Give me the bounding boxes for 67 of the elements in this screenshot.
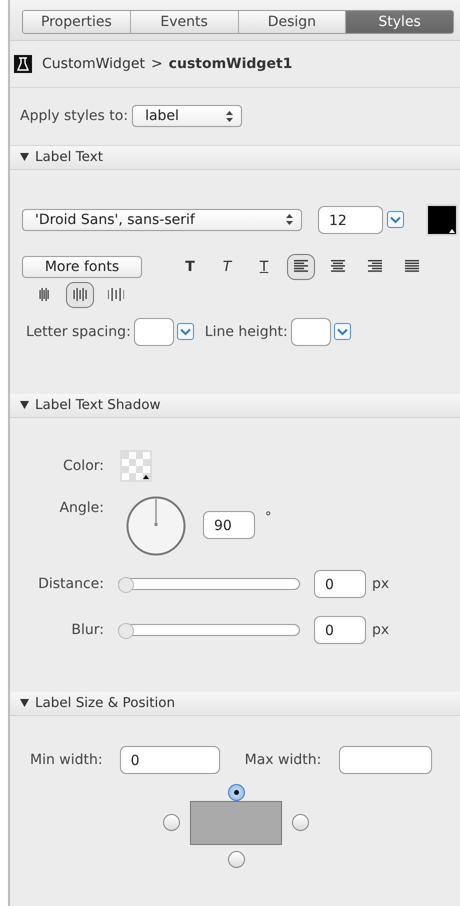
align-center-icon	[331, 260, 345, 274]
section-title: Label Size & Position	[35, 695, 176, 712]
chevron-down-icon	[336, 328, 348, 336]
apply-styles-label: Apply styles to:	[20, 108, 128, 124]
max-width-field[interactable]	[339, 746, 432, 774]
slider-value-field[interactable]: 0	[314, 616, 366, 644]
line-height-stepper[interactable]	[334, 323, 351, 340]
breadcrumb-separator: >	[150, 56, 163, 72]
more-fonts-button[interactable]: More fonts	[22, 256, 142, 278]
section-title: Label Text	[35, 149, 104, 166]
line-height-label: Line height:	[204, 324, 288, 340]
align-justify-icon	[405, 260, 419, 274]
slider-label: Distance:	[37, 576, 104, 592]
chevron-down-icon	[180, 328, 191, 336]
max-width-label: Max width:	[244, 752, 322, 768]
font-size-stepper[interactable]	[387, 211, 404, 228]
letter-spacing-icon	[108, 288, 124, 302]
italic-button[interactable]: T	[213, 254, 241, 280]
letter-spacing-icon	[72, 288, 88, 302]
min-width-field[interactable]: 0	[120, 746, 220, 774]
tab[interactable]: Events	[130, 11, 238, 33]
tab[interactable]: Styles	[345, 11, 453, 33]
slider-value-field[interactable]: 0	[314, 570, 366, 598]
align-left-button[interactable]	[287, 254, 315, 280]
updown-arrows-icon	[226, 110, 234, 122]
align-right-icon	[368, 260, 382, 274]
font-size-field[interactable]: 12	[318, 206, 383, 234]
text-color-swatch[interactable]	[426, 204, 458, 236]
letter-spacing-label: Letter spacing:	[26, 324, 131, 340]
letter-spacing-field[interactable]	[134, 318, 174, 346]
tab[interactable]: Properties	[23, 11, 130, 33]
breadcrumb-parent[interactable]: CustomWidget	[42, 56, 145, 72]
unit-label: px	[372, 622, 390, 638]
bold-button[interactable]: T	[176, 254, 204, 280]
letter-spacing-button[interactable]	[66, 282, 94, 308]
disclosure-triangle-icon[interactable]	[20, 699, 29, 708]
line-height-field[interactable]	[290, 318, 331, 346]
angle-label: Angle:	[58, 500, 104, 516]
apply-styles-select[interactable]: label	[132, 105, 242, 128]
flask-icon	[14, 54, 32, 73]
angle-field[interactable]: 90	[203, 510, 255, 539]
tab[interactable]: Design	[238, 11, 346, 33]
min-width-label: Min width:	[30, 752, 103, 768]
slider-track[interactable]	[118, 624, 300, 636]
disclosure-triangle-icon[interactable]	[20, 153, 29, 162]
disclosure-triangle-icon[interactable]	[20, 401, 29, 410]
angle-dial[interactable]	[126, 496, 186, 556]
breadcrumb-current: customWidget1	[168, 56, 292, 72]
underline-button[interactable]: T	[250, 254, 278, 280]
anchor-radio[interactable]	[163, 814, 180, 832]
shadow-color-swatch[interactable]	[120, 450, 152, 482]
font-family-select[interactable]: 'Droid Sans', sans-serif	[22, 208, 302, 231]
chevron-down-icon	[390, 216, 401, 224]
anchor-radio[interactable]	[228, 784, 244, 801]
updown-arrows-icon	[286, 214, 293, 226]
anchor-radio[interactable]	[228, 850, 244, 868]
slider-label: Blur:	[70, 622, 104, 638]
align-left-icon	[294, 260, 308, 274]
anchor-radio[interactable]	[292, 814, 309, 832]
slider-thumb[interactable]	[118, 576, 134, 593]
slider-thumb[interactable]	[118, 622, 134, 639]
letter-spacing-stepper[interactable]	[176, 323, 194, 340]
degree-unit: °	[265, 510, 272, 525]
shadow-color-label: Color:	[62, 458, 104, 474]
unit-label: px	[372, 576, 390, 592]
slider-track[interactable]	[118, 578, 300, 590]
section-title: Label Text Shadow	[35, 397, 161, 414]
